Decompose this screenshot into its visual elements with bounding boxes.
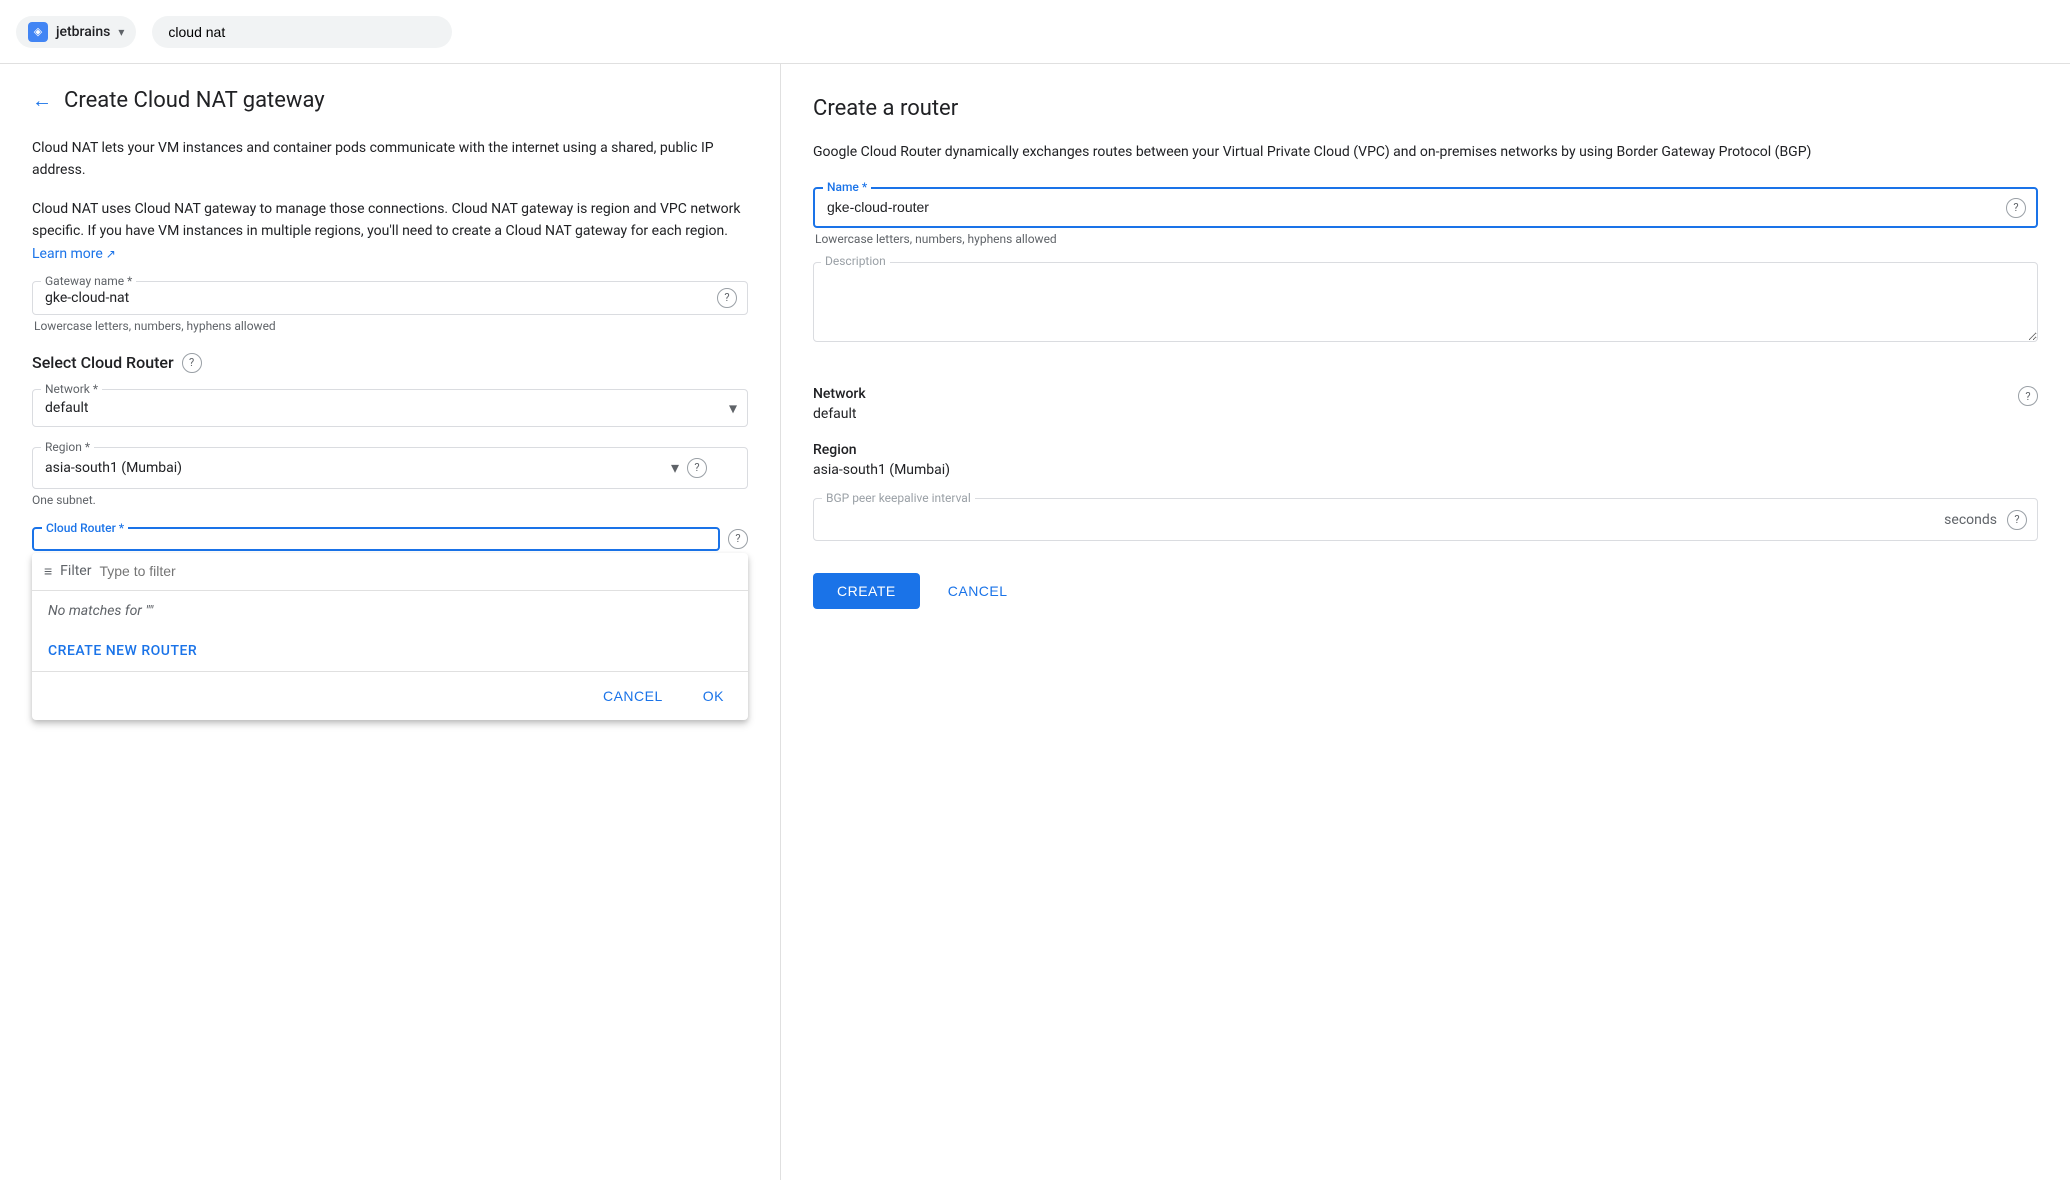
router-description: Google Cloud Router dynamically exchange… bbox=[813, 141, 2038, 163]
org-name: jetbrains bbox=[56, 24, 110, 40]
region-info-label: Region bbox=[813, 442, 2038, 458]
cloud-router-field: Cloud Router * ? ≡ Filter No matches for… bbox=[32, 527, 748, 551]
router-name-field: Name * ? Lowercase letters, numbers, hyp… bbox=[813, 187, 2038, 246]
router-name-wrapper: Name * ? bbox=[813, 187, 2038, 228]
router-description-field: Description bbox=[813, 262, 2038, 366]
description-p1: Cloud NAT lets your VM instances and con… bbox=[32, 137, 748, 182]
page-header: ← Create Cloud NAT gateway bbox=[32, 88, 748, 113]
main-wrapper: ← Create Cloud NAT gateway Cloud NAT let… bbox=[0, 64, 2070, 1180]
learn-more-link[interactable]: Learn more bbox=[32, 246, 116, 262]
region-hint: One subnet. bbox=[32, 493, 748, 507]
desc-field-wrapper: Description bbox=[813, 262, 2038, 366]
cloud-router-popup: ≡ Filter No matches for "" CREATE NEW RO… bbox=[32, 553, 748, 720]
back-button[interactable]: ← bbox=[32, 88, 52, 113]
network-dropdown-arrow-icon: ▾ bbox=[729, 398, 737, 417]
popup-actions: CANCEL OK bbox=[32, 671, 748, 720]
network-info-value: default bbox=[813, 406, 866, 422]
popup-cancel-button[interactable]: CANCEL bbox=[591, 680, 675, 712]
bgp-suffix: seconds bbox=[1944, 512, 1997, 528]
region-dropdown[interactable]: Region * asia-south1 (Mumbai) ▾ ? bbox=[32, 447, 748, 489]
network-help-icon[interactable]: ? bbox=[2018, 386, 2038, 406]
router-name-hint: Lowercase letters, numbers, hyphens allo… bbox=[813, 232, 2038, 246]
gateway-name-help-icon[interactable]: ? bbox=[717, 288, 737, 308]
action-buttons: CREATE CANCEL bbox=[813, 573, 2038, 609]
network-field: Network * default ▾ bbox=[32, 389, 748, 427]
network-value: default bbox=[45, 400, 89, 416]
router-region-info: Region asia-south1 (Mumbai) bbox=[813, 442, 2038, 478]
network-info-row: Network default ? bbox=[813, 386, 2038, 422]
desc-label: Description bbox=[821, 254, 890, 268]
create-new-router-button[interactable]: CREATE NEW ROUTER bbox=[32, 631, 748, 671]
create-button[interactable]: CREATE bbox=[813, 573, 920, 609]
search-input[interactable] bbox=[152, 16, 452, 48]
description-p2: Cloud NAT uses Cloud NAT gateway to mana… bbox=[32, 198, 748, 265]
filter-icon: ≡ bbox=[44, 563, 52, 580]
filter-label: Filter bbox=[60, 563, 91, 579]
popup-ok-button[interactable]: OK bbox=[691, 680, 736, 712]
router-name-help-icon[interactable]: ? bbox=[2006, 198, 2026, 218]
top-bar: ◈ jetbrains ▾ bbox=[0, 0, 2070, 64]
select-cloud-router-help-icon[interactable]: ? bbox=[182, 353, 202, 373]
network-label: Network * bbox=[41, 382, 102, 396]
create-router-title: Create a router bbox=[813, 96, 2038, 121]
router-name-label: Name * bbox=[823, 180, 871, 194]
org-icon: ◈ bbox=[28, 22, 48, 42]
region-dropdown-arrow-icon: ▾ bbox=[671, 458, 679, 477]
org-arrow-icon: ▾ bbox=[118, 25, 124, 39]
no-matches-text: No matches for "" bbox=[32, 591, 748, 631]
bgp-input[interactable] bbox=[826, 511, 1957, 527]
cloud-router-dropdown[interactable]: Cloud Router * bbox=[32, 527, 720, 551]
router-network-info: Network default ? bbox=[813, 386, 2038, 422]
gateway-name-field: Gateway name * gke-cloud-nat ? Lowercase… bbox=[32, 281, 748, 333]
bgp-field: BGP peer keepalive interval seconds ? bbox=[813, 498, 2038, 541]
bgp-help-icon[interactable]: ? bbox=[2007, 510, 2027, 530]
region-info-value: asia-south1 (Mumbai) bbox=[813, 462, 2038, 478]
network-info-label: Network bbox=[813, 386, 866, 402]
filter-input[interactable] bbox=[99, 563, 736, 579]
bgp-label: BGP peer keepalive interval bbox=[822, 491, 975, 505]
select-cloud-router-title: Select Cloud Router bbox=[32, 353, 174, 372]
left-panel: ← Create Cloud NAT gateway Cloud NAT let… bbox=[0, 64, 780, 1180]
right-panel: Create a router Google Cloud Router dyna… bbox=[780, 64, 2070, 1180]
region-label: Region * bbox=[41, 440, 94, 454]
desc-textarea[interactable] bbox=[813, 262, 2038, 342]
filter-row: ≡ Filter bbox=[32, 553, 748, 591]
org-chip[interactable]: ◈ jetbrains ▾ bbox=[16, 16, 136, 48]
region-value: asia-south1 (Mumbai) bbox=[45, 460, 671, 476]
cancel-button[interactable]: CANCEL bbox=[936, 573, 1020, 609]
network-dropdown[interactable]: Network * default ▾ bbox=[32, 389, 748, 427]
page-title: Create Cloud NAT gateway bbox=[64, 88, 325, 113]
gateway-name-label: Gateway name * bbox=[41, 274, 136, 288]
gateway-name-wrapper: Gateway name * gke-cloud-nat ? bbox=[32, 281, 748, 315]
select-cloud-router-section: Select Cloud Router ? bbox=[32, 353, 748, 373]
bgp-wrapper: BGP peer keepalive interval seconds ? bbox=[813, 498, 2038, 541]
region-field: Region * asia-south1 (Mumbai) ▾ ? One su… bbox=[32, 447, 748, 507]
gateway-name-value: gke-cloud-nat bbox=[45, 290, 129, 306]
router-name-input[interactable] bbox=[827, 199, 1996, 215]
cloud-router-label: Cloud Router * bbox=[42, 521, 128, 535]
gateway-name-hint: Lowercase letters, numbers, hyphens allo… bbox=[32, 319, 748, 333]
region-help-icon[interactable]: ? bbox=[687, 458, 707, 478]
cloud-router-help-icon[interactable]: ? bbox=[728, 529, 748, 549]
